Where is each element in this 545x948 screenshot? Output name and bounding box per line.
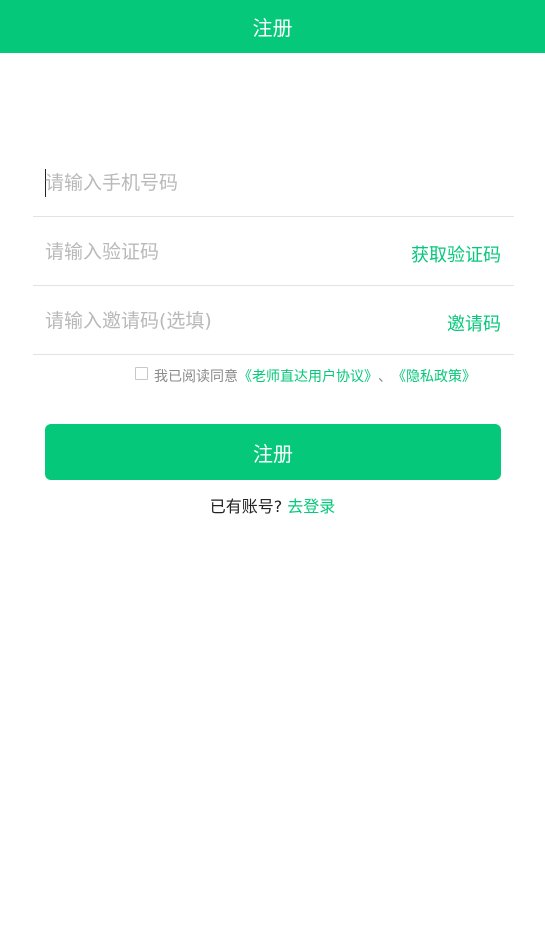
page-title: 注册 — [252, 16, 293, 40]
verification-code-input[interactable] — [45, 234, 385, 270]
header-bar: 注册 — [0, 0, 545, 53]
phone-input[interactable] — [45, 165, 385, 201]
user-agreement-link[interactable]: 《老师直达用户协议》 — [238, 366, 378, 386]
invite-code-label[interactable]: 邀请码 — [447, 310, 501, 336]
login-prompt-text: 已有账号? — [209, 497, 283, 516]
go-login-link[interactable]: 去登录 — [287, 497, 335, 516]
register-button[interactable]: 注册 — [45, 424, 501, 480]
agreement-prefix: 我已阅读同意 — [154, 369, 238, 385]
register-button-label: 注册 — [253, 441, 293, 466]
agreement-checkbox[interactable] — [135, 366, 148, 380]
privacy-policy-link[interactable]: 《隐私政策》 — [392, 366, 476, 386]
agreement-separator: 、 — [378, 369, 392, 385]
invite-code-input[interactable] — [45, 303, 385, 339]
verification-code-row: 获取验证码 — [33, 218, 514, 286]
get-code-button[interactable]: 获取验证码 — [411, 241, 501, 267]
login-prompt-row: 已有账号? 去登录 — [0, 493, 545, 517]
invite-code-row: 邀请码 — [33, 287, 514, 355]
agreement-row: 我已阅读同意 《老师直达用户协议》 、 《隐私政策》 — [135, 366, 476, 386]
phone-row — [33, 149, 514, 217]
